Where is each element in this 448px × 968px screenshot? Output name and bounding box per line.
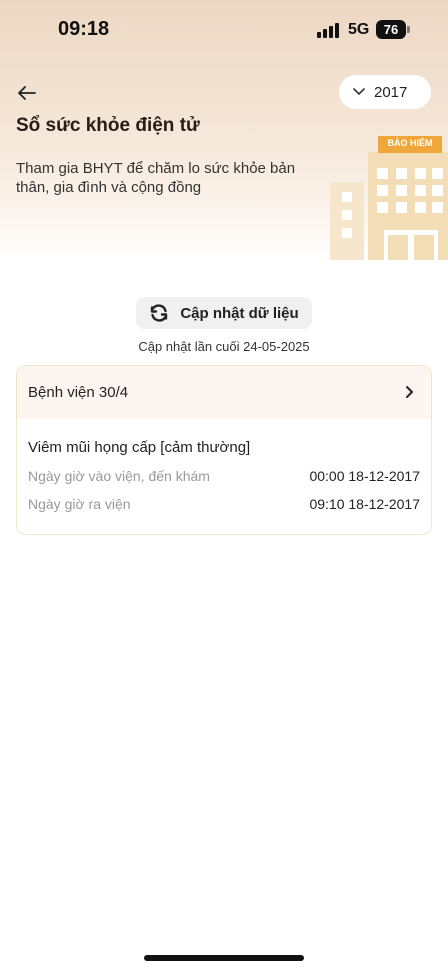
battery-icon: 76 xyxy=(376,20,406,39)
arrow-left-icon xyxy=(18,86,36,100)
medical-record-card: Bệnh viện 30/4 Viêm mũi họng cấp [cảm th… xyxy=(16,365,432,535)
admission-row: Ngày giờ vào viện, đến khám 00:00 18-12-… xyxy=(28,468,420,488)
year-select[interactable]: 2017 xyxy=(339,75,431,109)
admission-label: Ngày giờ vào viện, đến khám xyxy=(28,468,210,484)
page-title: Sổ sức khỏe điện tử xyxy=(16,115,200,136)
year-value: 2017 xyxy=(374,83,408,101)
status-bar: 09:18 5G 76 xyxy=(0,0,448,60)
chevron-right-icon xyxy=(406,386,413,398)
chevron-down-icon xyxy=(353,88,365,96)
signal-icon xyxy=(317,22,339,38)
status-time: 09:18 xyxy=(58,18,110,40)
insurance-building-illustration: BẢO HIỂM xyxy=(330,132,448,260)
update-button-label: Cập nhật dữ liệu xyxy=(180,304,299,322)
network-type: 5G xyxy=(348,21,370,38)
hospital-row[interactable]: Bệnh viện 30/4 xyxy=(17,366,431,419)
battery-tip xyxy=(407,26,410,33)
admission-value: 00:00 18-12-2017 xyxy=(309,468,420,484)
page-subtitle: Tham gia BHYT để chăm lo sức khỏe bản th… xyxy=(16,160,296,196)
illustration-sign-text: BẢO HIỂM xyxy=(387,138,433,148)
home-indicator[interactable] xyxy=(144,955,304,961)
update-data-button[interactable]: Cập nhật dữ liệu xyxy=(136,297,312,329)
discharge-label: Ngày giờ ra viện xyxy=(28,496,131,512)
discharge-row: Ngày giờ ra viện 09:10 18-12-2017 xyxy=(28,496,420,516)
hospital-name: Bệnh viện 30/4 xyxy=(28,384,129,401)
refresh-icon xyxy=(151,304,168,322)
discharge-value: 09:10 18-12-2017 xyxy=(309,496,420,512)
diagnosis-text: Viêm mũi họng cấp [cảm thường] xyxy=(28,439,251,456)
back-button[interactable] xyxy=(14,80,40,106)
last-updated-text: Cập nhật lần cuối 24-05-2025 xyxy=(138,339,310,354)
